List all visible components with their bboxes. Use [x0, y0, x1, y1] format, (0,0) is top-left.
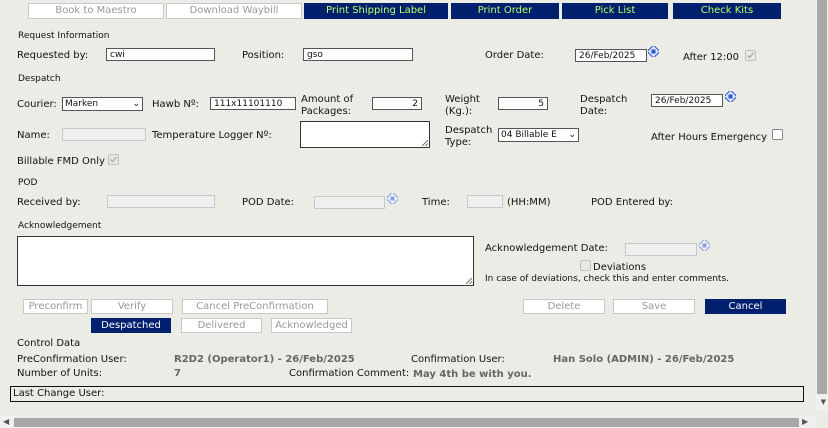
check-icon	[747, 52, 755, 59]
amount-packages-label-1: Amount of	[301, 94, 354, 105]
name-label: Name:	[17, 130, 50, 141]
calendar-icon[interactable]	[725, 91, 736, 102]
cancel-preconfirmation-button[interactable]: Cancel PreConfirmation	[182, 299, 328, 314]
after-hours-label: After Hours Emergency	[651, 132, 768, 143]
scroll-down-icon[interactable]: ▼	[821, 398, 826, 406]
conf-user-value: Han Solo (ADMIN) - 26/Feb/2025	[553, 354, 735, 365]
pod-date-input[interactable]	[314, 196, 385, 209]
after-12-label: After 12:00	[683, 52, 740, 63]
save-button[interactable]: Save	[613, 299, 695, 314]
time-input[interactable]	[467, 195, 503, 208]
despatch-date-label-1: Despatch	[580, 94, 628, 105]
scroll-left-icon[interactable]: ◀	[3, 417, 9, 426]
billable-fmd-label: Billable FMD Only	[17, 156, 105, 167]
despatch-type-select[interactable]: 04 Billable E ⌄	[498, 128, 579, 142]
pod-title: POD	[18, 178, 38, 188]
check-kits-button[interactable]: Check Kits	[673, 3, 781, 19]
courier-select[interactable]: Marken ⌄	[62, 97, 143, 111]
chevron-down-icon: ⌄	[568, 130, 576, 140]
weight-input[interactable]: 5	[498, 97, 548, 110]
acknowledgement-title: Acknowledgement	[18, 221, 102, 231]
conf-user-label: Confirmation User:	[411, 354, 505, 365]
despatch-type-value: 04 Billable E	[501, 130, 557, 140]
resize-grip-icon[interactable]	[466, 278, 472, 284]
verify-button[interactable]: Verify	[91, 299, 173, 314]
deviations-label: Deviations	[593, 262, 647, 273]
weight-label-2: (Kg.):	[445, 106, 473, 117]
time-label: Time:	[422, 197, 450, 208]
vertical-scrollbar[interactable]: ▼	[816, 0, 828, 410]
calendar-icon[interactable]	[699, 240, 710, 251]
ack-date-input[interactable]	[625, 243, 697, 256]
vertical-scroll-thumb[interactable]	[817, 0, 827, 394]
horizontal-scrollbar[interactable]: ◀ ▶	[0, 416, 816, 428]
ack-date-label: Acknowledgement Date:	[485, 243, 608, 254]
print-order-button[interactable]: Print Order	[451, 3, 559, 19]
status-despatched[interactable]: Despatched	[91, 318, 171, 333]
print-shipping-label-button[interactable]: Print Shipping Label	[304, 3, 448, 19]
courier-label: Courier:	[17, 99, 57, 110]
name-input[interactable]	[62, 128, 146, 141]
conf-comment-value: May 4th be with you.	[413, 369, 532, 380]
order-date-label: Order Date:	[485, 50, 544, 61]
position-label: Position:	[242, 50, 285, 61]
despatch-type-label-2: Type:	[445, 137, 472, 148]
temp-logger-textarea[interactable]	[300, 121, 430, 148]
time-hint: (HH:MM)	[507, 197, 551, 208]
deviations-checkbox[interactable]	[580, 260, 591, 271]
order-date-input[interactable]: 26/Feb/2025	[575, 49, 647, 62]
horizontal-scroll-thumb[interactable]	[14, 418, 799, 427]
received-by-input[interactable]	[107, 195, 215, 208]
courier-value: Marken	[65, 99, 99, 109]
despatch-date-input[interactable]: 26/Feb/2025	[651, 94, 723, 107]
after-hours-checkbox[interactable]	[772, 129, 783, 140]
requested-by-label: Requested by:	[17, 50, 89, 61]
position-input[interactable]: gso	[303, 48, 413, 61]
temp-logger-label: Temperature Logger Nº:	[152, 130, 272, 141]
deviations-hint: In case of deviations, check this and en…	[485, 274, 730, 284]
despatch-title: Despatch	[18, 74, 61, 84]
control-data-title: Control Data	[17, 338, 81, 349]
despatch-date-label-2: Date:	[580, 106, 608, 117]
pod-date-label: POD Date:	[242, 197, 295, 208]
preconf-user-label: PreConfirmation User:	[17, 354, 127, 365]
pod-entered-by-label: POD Entered by:	[591, 197, 673, 208]
resize-grip-icon[interactable]	[422, 140, 428, 146]
preconf-user-value: R2D2 (Operator1) - 26/Feb/2025	[174, 354, 355, 365]
download-waybill-button[interactable]: Download Waybill	[166, 3, 302, 19]
acknowledgement-textarea[interactable]	[17, 236, 474, 286]
book-to-maestro-button[interactable]: Book to Maestro	[28, 3, 164, 19]
hawb-input[interactable]: 111x11101110	[210, 97, 296, 110]
check-icon	[110, 156, 118, 163]
after-12-checkbox[interactable]	[745, 50, 756, 61]
amount-packages-label-2: Packages:	[301, 106, 352, 117]
request-info-title: Request Information	[18, 31, 110, 41]
despatch-type-label-1: Despatch	[445, 125, 493, 136]
preconfirm-button[interactable]: Preconfirm	[23, 299, 88, 314]
last-change-label: Last Change User:	[13, 388, 105, 399]
amount-packages-input[interactable]: 2	[372, 97, 422, 110]
pick-list-button[interactable]: Pick List	[562, 3, 668, 19]
requested-by-input[interactable]: cwi	[106, 48, 215, 61]
calendar-icon[interactable]	[387, 193, 398, 204]
conf-comment-label: Confirmation Comment:	[289, 368, 410, 379]
status-acknowledged[interactable]: Acknowledged	[271, 318, 352, 333]
calendar-icon[interactable]	[648, 46, 659, 57]
weight-label-1: Weight	[445, 94, 480, 105]
scroll-right-icon[interactable]: ▶	[802, 417, 808, 426]
num-units-label: Number of Units:	[17, 368, 103, 379]
billable-fmd-checkbox[interactable]	[108, 154, 119, 165]
cancel-button[interactable]: Cancel	[705, 299, 786, 314]
delete-button[interactable]: Delete	[523, 299, 605, 314]
status-delivered[interactable]: Delivered	[181, 318, 262, 333]
chevron-down-icon: ⌄	[132, 99, 140, 109]
num-units-value: 7	[174, 368, 181, 379]
last-change-box: Last Change User:	[10, 386, 804, 402]
received-by-label: Received by:	[17, 197, 81, 208]
hawb-label: Hawb Nº:	[152, 99, 199, 110]
